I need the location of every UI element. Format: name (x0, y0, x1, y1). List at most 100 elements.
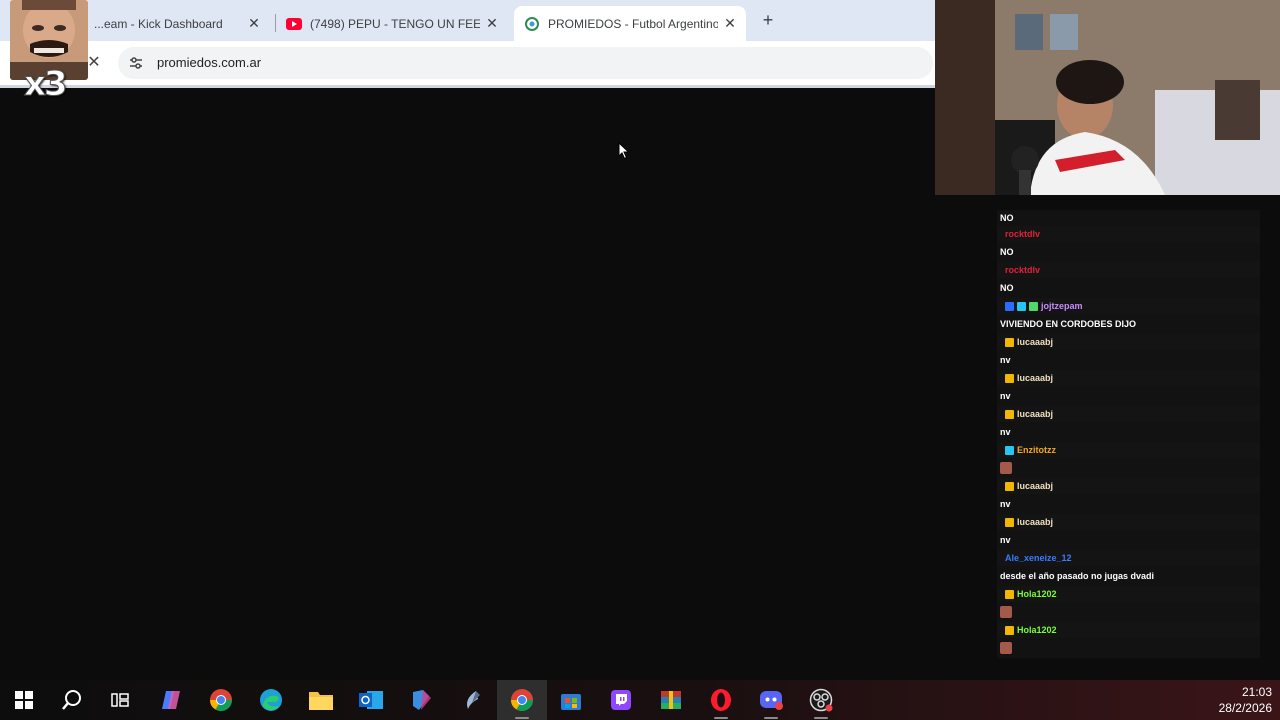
winrar-icon[interactable] (657, 686, 685, 714)
webcam-feed (935, 0, 1280, 195)
app-icon[interactable] (457, 686, 485, 714)
chat-message-text: NO (997, 242, 1260, 262)
chrome-active-icon[interactable] (508, 686, 536, 714)
discord-icon[interactable] (757, 686, 785, 714)
running-indicator (714, 717, 728, 719)
chat-username[interactable]: lucaaabj (1005, 481, 1053, 491)
windows-taskbar: 21:03 28/2/2026 (0, 680, 1280, 720)
chat-message-text (997, 458, 1260, 478)
chat-message: rocktdlv NO (997, 262, 1260, 298)
windows-start-icon[interactable] (10, 686, 38, 714)
chat-username[interactable]: Enzitotzz (1005, 445, 1056, 455)
task-view-icon[interactable] (106, 686, 134, 714)
chat-message-text: nv (997, 494, 1260, 514)
chat-message-text: nv (997, 350, 1260, 370)
chat-message: NO (997, 210, 1260, 226)
chat-badge-icon (1005, 517, 1014, 527)
chat-message-text: VIVIENDO EN CORDOBES DIJO (997, 314, 1260, 334)
chat-username-text: Hola1202 (1017, 625, 1057, 635)
clock-time: 21:03 (1241, 685, 1272, 699)
chat-badge-icon (1005, 409, 1014, 419)
chat-username-text: jojtzepam (1041, 301, 1083, 311)
chat-username-row: rocktdlv (997, 262, 1260, 278)
search-icon[interactable] (58, 686, 86, 714)
chat-username[interactable]: Ale_xeneize_12 (1005, 553, 1072, 563)
chat-message: lucaaabj nv (997, 406, 1260, 442)
outlook-icon[interactable] (357, 686, 385, 714)
edge-icon[interactable] (257, 686, 285, 714)
tab-kick-dashboard[interactable]: ...eam - Kick Dashboard ✕ (80, 6, 270, 41)
chat-overlay: NO rocktdlv NO rocktdlv NO jojtzepam VIVIENDO … (997, 210, 1260, 670)
chat-message-text: NO (997, 210, 1260, 226)
chat-message: lucaaabj nv (997, 514, 1260, 550)
running-indicator (814, 717, 828, 719)
file-explorer-icon[interactable] (307, 686, 335, 714)
site-settings-icon[interactable] (128, 55, 144, 71)
browser-toolbar: ✕ promiedos.com.ar (0, 41, 935, 85)
page-content (0, 88, 935, 680)
youtube-icon (286, 16, 302, 32)
chat-username-row: Enzitotzz (997, 442, 1260, 458)
screen: ...eam - Kick Dashboard ✕ (7498) PEPU - … (0, 0, 1280, 720)
twitch-icon[interactable] (607, 686, 635, 714)
chat-username-text: lucaaabj (1017, 337, 1054, 347)
chat-username-row: lucaaabj (997, 478, 1260, 494)
new-tab-button[interactable]: + (758, 10, 778, 30)
chat-username-row: lucaaabj (997, 334, 1260, 350)
chat-username-row: lucaaabj (997, 406, 1260, 422)
close-icon[interactable]: ✕ (722, 15, 738, 31)
chat-badge-icon (1005, 373, 1014, 383)
mouse-cursor-icon (618, 142, 630, 160)
chat-username[interactable]: lucaaabj (1005, 373, 1053, 383)
chat-username-text: lucaaabj (1017, 481, 1054, 491)
chat-badge-icon (1005, 301, 1014, 311)
chat-username-text: Ale_xeneize_12 (1005, 553, 1072, 563)
promiedos-icon (524, 16, 540, 32)
ms-store-icon[interactable] (557, 686, 585, 714)
system-clock[interactable]: 21:03 28/2/2026 (1219, 684, 1272, 716)
chat-emote-icon (1000, 606, 1012, 618)
tab-strip: ...eam - Kick Dashboard ✕ (7498) PEPU - … (0, 0, 935, 41)
chat-message-text: nv (997, 422, 1260, 442)
m365-icon[interactable] (407, 686, 435, 714)
copilot-icon[interactable] (157, 686, 185, 714)
address-bar[interactable]: promiedos.com.ar (118, 47, 933, 79)
chat-username-row: lucaaabj (997, 514, 1260, 530)
chat-badge-icon (1005, 589, 1014, 599)
running-indicator (764, 717, 778, 719)
chat-username[interactable]: lucaaabj (1005, 409, 1053, 419)
chat-badge-icon (1005, 445, 1014, 455)
chat-badge-icon (1005, 337, 1014, 347)
tab-promiedos[interactable]: PROMIEDOS - Futbol Argentino ✕ (514, 6, 746, 41)
chat-username-text: lucaaabj (1017, 517, 1054, 527)
chat-emote-icon (1000, 462, 1012, 474)
meme-label: x3 (24, 64, 69, 105)
chat-username[interactable]: jojtzepam (1005, 301, 1083, 311)
chat-username[interactable]: lucaaabj (1005, 337, 1053, 347)
chrome-icon[interactable] (207, 686, 235, 714)
chat-username-row: jojtzepam (997, 298, 1260, 314)
chat-username[interactable]: Hola1202 (1005, 625, 1057, 635)
chat-message-text (997, 602, 1260, 622)
chat-message: Hola1202 (997, 622, 1260, 658)
tab-youtube[interactable]: (7498) PEPU - TENGO UN FEELI ✕ (276, 6, 508, 41)
chat-username-text: Enzitotzz (1017, 445, 1056, 455)
browser-window: ...eam - Kick Dashboard ✕ (7498) PEPU - … (0, 0, 935, 88)
chat-username-row: Ale_xeneize_12 (997, 550, 1260, 566)
chat-username[interactable]: rocktdlv (1005, 265, 1040, 275)
opera-icon[interactable] (707, 686, 735, 714)
chat-message-text: nv (997, 530, 1260, 550)
chat-message: lucaaabj nv (997, 478, 1260, 514)
chat-badge-icon (1017, 301, 1026, 311)
close-icon[interactable]: ✕ (484, 15, 500, 31)
close-icon[interactable]: ✕ (246, 15, 262, 31)
obs-icon[interactable] (807, 686, 835, 714)
chat-username-text: rocktdlv (1005, 229, 1041, 239)
chat-username-row: Hola1202 (997, 586, 1260, 602)
chat-username[interactable]: Hola1202 (1005, 589, 1057, 599)
chat-message: lucaaabj nv (997, 370, 1260, 406)
tab-title: ...eam - Kick Dashboard (94, 16, 223, 31)
chat-message-text: nv (997, 386, 1260, 406)
chat-username[interactable]: rocktdlv (1005, 229, 1040, 239)
chat-username[interactable]: lucaaabj (1005, 517, 1053, 527)
